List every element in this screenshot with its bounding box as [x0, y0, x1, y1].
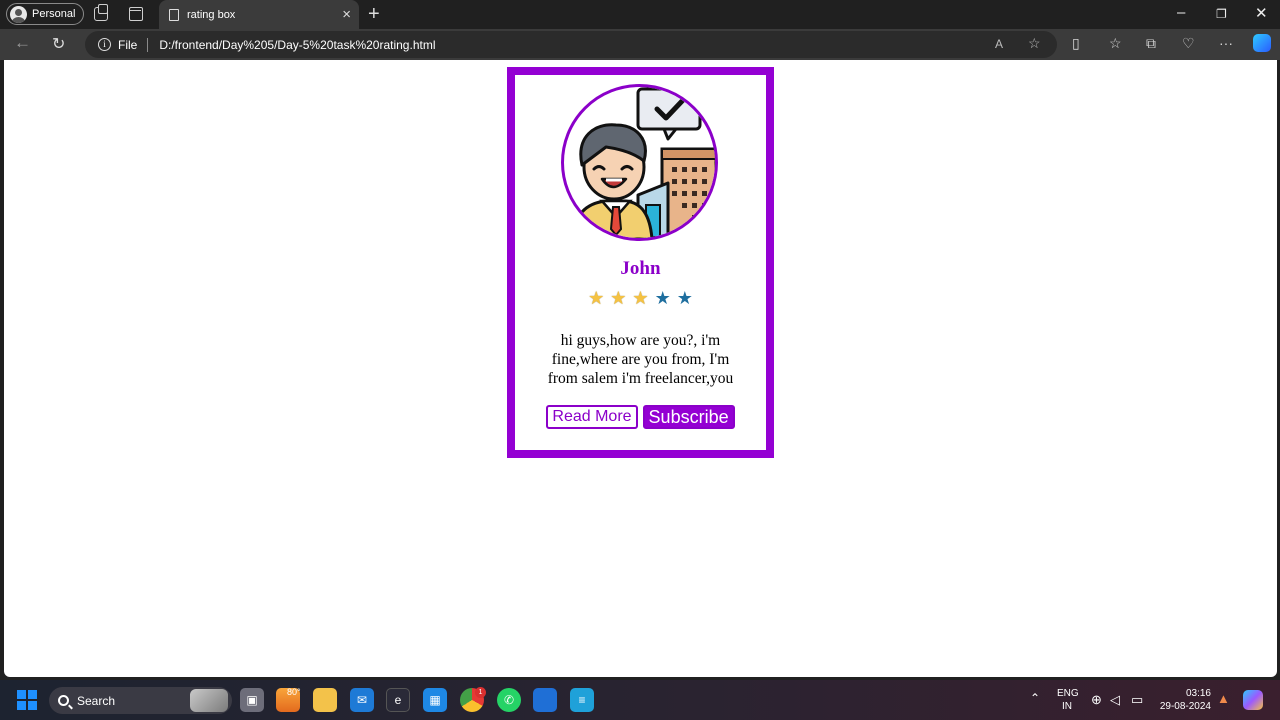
- notification-bell-icon[interactable]: ▲: [1217, 691, 1230, 706]
- star-icon-filled[interactable]: ★: [588, 289, 604, 307]
- copilot-icon[interactable]: [1253, 34, 1271, 52]
- tab-actions-icon[interactable]: [129, 7, 143, 21]
- browser-essentials-icon[interactable]: ♡: [1182, 35, 1195, 52]
- search-highlight-image: [190, 689, 228, 712]
- star-icon-empty[interactable]: ★: [655, 289, 671, 307]
- whatsapp-icon[interactable]: ✆: [497, 688, 521, 712]
- address-separator: [147, 37, 149, 52]
- photos-icon[interactable]: [533, 688, 557, 712]
- network-icon[interactable]: ⊕: [1091, 692, 1102, 708]
- favorites-icon[interactable]: ☆: [1109, 35, 1122, 52]
- page-icon: [169, 8, 179, 21]
- search-label: Search: [77, 693, 116, 708]
- start-icon[interactable]: [17, 690, 37, 710]
- review-message: hi guys,how are you?, i'm fine,where are…: [547, 332, 734, 387]
- subscribe-button[interactable]: Subscribe: [642, 405, 735, 429]
- search-icon: [58, 695, 69, 706]
- chrome-badge: 1: [475, 687, 486, 698]
- back-icon[interactable]: ←: [14, 33, 31, 53]
- clock-time: 03:16: [1185, 688, 1211, 699]
- copilot-taskbar-icon[interactable]: [1243, 690, 1263, 710]
- clock-date: 29-08-2024: [1159, 701, 1211, 712]
- split-screen-icon[interactable]: ▯: [1072, 35, 1080, 52]
- file-explorer-icon[interactable]: [313, 688, 337, 712]
- workspaces-icon[interactable]: [94, 4, 108, 21]
- clock[interactable]: 03:16 29-08-2024: [1156, 687, 1211, 713]
- more-options-icon[interactable]: ···: [1219, 35, 1233, 51]
- edge-icon[interactable]: e: [386, 688, 410, 712]
- read-aloud-icon[interactable]: A: [995, 37, 1003, 51]
- minimize-icon[interactable]: –: [1177, 4, 1185, 21]
- mail-icon[interactable]: ✉: [350, 688, 374, 712]
- address-url: D:/frontend/Day%205/Day-5%20task%20ratin…: [159, 37, 436, 52]
- language-line1[interactable]: ENG: [1057, 688, 1079, 699]
- favorite-star-icon[interactable]: ☆: [1028, 35, 1041, 52]
- site-info-icon[interactable]: i: [98, 38, 111, 51]
- show-hidden-icons[interactable]: ⌃: [1030, 691, 1040, 705]
- volume-icon[interactable]: ◁: [1110, 692, 1120, 708]
- businessman-avatar-illustration: [570, 87, 715, 238]
- profile-button[interactable]: Personal: [6, 3, 85, 25]
- tab-active[interactable]: rating box ×: [159, 0, 359, 29]
- tab-close-icon[interactable]: ×: [342, 6, 351, 23]
- card-actions: Read More Subscribe: [515, 405, 766, 429]
- avatar: [561, 84, 718, 241]
- task-view-icon[interactable]: ▣: [240, 688, 264, 712]
- taskbar: Search ▣ 80° ✉ e ▦ 1 ✆ ≡ ⌃ ENG IN ⊕ ◁ ▭ …: [0, 680, 1280, 720]
- battery-icon[interactable]: ▭: [1131, 692, 1143, 708]
- browser-titlebar: Personal rating box × + – ❐ ✕: [0, 0, 1280, 29]
- read-more-button[interactable]: Read More: [546, 405, 638, 429]
- tab-title: rating box: [187, 8, 236, 21]
- browser-toolbar: ← ↻ i File D:/frontend/Day%205/Day-5%20t…: [0, 29, 1280, 60]
- profile-label: Personal: [32, 8, 76, 20]
- collections-icon[interactable]: ⧉: [1146, 35, 1156, 52]
- weather-temp: 80°: [287, 687, 301, 697]
- star-icon-empty[interactable]: ★: [677, 289, 693, 307]
- new-tab-icon[interactable]: +: [368, 3, 380, 26]
- reviewer-name: John: [620, 258, 661, 279]
- maximize-icon[interactable]: ❐: [1216, 7, 1227, 21]
- rating-card: John ★ ★ ★ ★ ★ hi guys,how are you?, i'm…: [507, 67, 774, 458]
- window-close-icon[interactable]: ✕: [1255, 4, 1268, 22]
- taskbar-search[interactable]: Search: [49, 687, 232, 714]
- store-icon[interactable]: ▦: [423, 688, 447, 712]
- address-bar[interactable]: i File D:/frontend/Day%205/Day-5%20task%…: [85, 31, 1057, 58]
- star-rating: ★ ★ ★ ★ ★: [515, 289, 766, 307]
- notepad-icon[interactable]: ≡: [570, 688, 594, 712]
- language-line2[interactable]: IN: [1062, 701, 1072, 712]
- star-icon-filled[interactable]: ★: [610, 289, 626, 307]
- address-scheme: File: [118, 37, 138, 52]
- page-viewport: John ★ ★ ★ ★ ★ hi guys,how are you?, i'm…: [4, 60, 1277, 677]
- star-icon-filled[interactable]: ★: [632, 289, 648, 307]
- profile-avatar-icon: [10, 5, 27, 23]
- refresh-icon[interactable]: ↻: [52, 34, 65, 54]
